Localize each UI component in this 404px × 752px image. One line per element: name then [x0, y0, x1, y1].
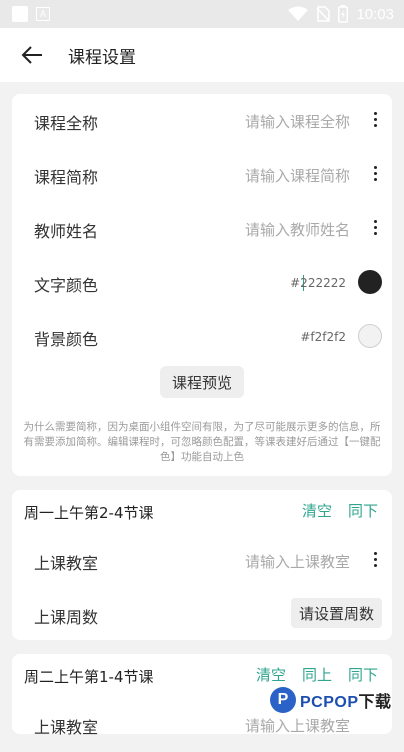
section-title: 周一上午第2-4节课 [24, 504, 154, 522]
text-color-label: 文字颜色 [34, 276, 99, 295]
status-bar: A 10:03 [0, 0, 404, 28]
bg-color-swatch[interactable] [358, 324, 382, 348]
short-name-row[interactable]: 课程简称 请输入课程简称 [12, 148, 392, 202]
classroom-label: 上课教室 [34, 718, 99, 737]
section-actions: 清空 同下 [302, 500, 378, 521]
clear-button[interactable]: 清空 [256, 664, 286, 685]
back-arrow-icon[interactable] [20, 42, 46, 68]
teacher-label: 教师姓名 [34, 222, 99, 241]
text-color-row[interactable]: 文字颜色 #222222 [12, 256, 392, 310]
watermark-brand: PCPOP [300, 694, 359, 711]
classroom-input[interactable]: 请输入上课教室 [245, 551, 350, 572]
text-color-input[interactable]: #222222 [290, 276, 346, 290]
schedule-section-1: 周一上午第2-4节课 清空 同下 上课教室 请输入上课教室 上课周数 请设置周数 [12, 490, 392, 640]
classroom-row[interactable]: 上课教室 请输入上课教室 [12, 534, 392, 588]
pcpop-logo-icon: P [270, 687, 296, 713]
pcpop-watermark: P PCPOP下载 [270, 683, 400, 717]
weeks-label: 上课周数 [34, 608, 99, 627]
short-name-note: 为什么需要简称，因为桌面小组件空间有限，为了尽可能展示更多的信息，所有需要添加简… [23, 421, 381, 463]
section-actions: 清空 同上 同下 [256, 664, 378, 685]
full-name-label: 课程全称 [34, 114, 99, 133]
same-as-previous-button[interactable]: 同上 [302, 664, 332, 685]
course-preview-button[interactable]: 课程预览 [160, 366, 244, 398]
bg-color-row[interactable]: 背景颜色 #f2f2f2 [12, 310, 392, 364]
status-time: 10:03 [356, 5, 394, 23]
course-info-card: 课程全称 请输入课程全称 课程简称 请输入课程简称 教师姓名 请输入教师姓名 文… [12, 94, 392, 476]
teacher-row[interactable]: 教师姓名 请输入教师姓名 [12, 202, 392, 256]
weeks-row[interactable]: 上课周数 请设置周数 [12, 588, 392, 642]
notification-square-icon [12, 6, 28, 22]
more-vert-icon[interactable] [372, 220, 378, 238]
page-title: 课程设置 [68, 48, 136, 68]
short-name-label: 课程简称 [34, 168, 99, 187]
bg-color-input[interactable]: #f2f2f2 [300, 330, 346, 344]
bg-color-label: 背景颜色 [34, 330, 99, 349]
full-name-row[interactable]: 课程全称 请输入课程全称 [12, 94, 392, 148]
notification-a-icon: A [36, 7, 50, 21]
top-bar: 课程设置 [0, 28, 404, 82]
more-vert-icon[interactable] [372, 552, 378, 570]
battery-icon [338, 5, 349, 23]
wifi-icon [288, 6, 309, 21]
short-name-input[interactable]: 请输入课程简称 [245, 165, 350, 186]
section-title: 周二上午第1-4节课 [24, 668, 154, 686]
more-vert-icon[interactable] [372, 112, 378, 130]
same-as-next-button[interactable]: 同下 [348, 664, 378, 685]
no-sim-icon [316, 6, 331, 22]
classroom-input[interactable]: 请输入上课教室 [245, 715, 350, 736]
classroom-label: 上课教室 [34, 554, 99, 573]
more-vert-icon[interactable] [372, 166, 378, 184]
text-color-swatch[interactable] [358, 270, 382, 294]
watermark-suffix: 下载 [358, 694, 392, 711]
teacher-input[interactable]: 请输入教师姓名 [245, 219, 350, 240]
full-name-input[interactable]: 请输入课程全称 [245, 111, 350, 132]
set-weeks-button[interactable]: 请设置周数 [290, 598, 382, 628]
same-as-next-button[interactable]: 同下 [348, 500, 378, 521]
clear-button[interactable]: 清空 [302, 500, 332, 521]
